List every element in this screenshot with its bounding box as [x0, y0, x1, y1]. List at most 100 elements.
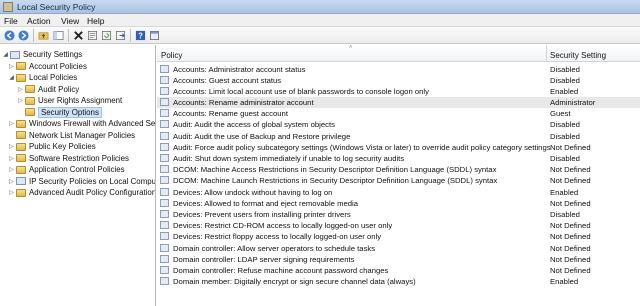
- table-row[interactable]: Domain controller: LDAP server signing r…: [157, 253, 640, 264]
- tree-item-label: IP Security Policies on Local Compute: [29, 176, 156, 186]
- tree-item-label: Network List Manager Policies: [29, 130, 136, 140]
- table-row[interactable]: DCOM: Machine Access Restrictions in Sec…: [157, 164, 640, 175]
- policy-icon: [160, 64, 169, 73]
- policy-name: Devices: Allow undock without having to …: [173, 187, 333, 197]
- column-header-policy[interactable]: Policy: [161, 45, 547, 62]
- export-list-icon[interactable]: [114, 29, 127, 42]
- folder-icon: [16, 73, 26, 82]
- tree-item-public-key-policies[interactable]: ▷ Public Key Policies: [8, 141, 95, 152]
- policy-icon: [160, 109, 169, 118]
- policy-name: Audit: Shut down system immediately if u…: [173, 154, 405, 163]
- policy-name: Audit: Audit the use of Backup and Resto…: [173, 131, 351, 141]
- security-setting: Not Defined: [550, 142, 591, 152]
- tree-item-network-list-manager[interactable]: Network List Manager Policies: [8, 130, 135, 141]
- toolbar-separator: [33, 29, 34, 42]
- expand-toggle[interactable]: ▷: [8, 120, 15, 127]
- forward-icon[interactable]: [17, 29, 30, 42]
- tree-item-security-settings[interactable]: ◢ Security Settings: [2, 49, 82, 60]
- table-row[interactable]: Devices: Allowed to format and eject rem…: [157, 197, 640, 208]
- policy-icon: [160, 75, 169, 84]
- expand-toggle[interactable]: ▷: [17, 86, 24, 93]
- list-header: ˄ Policy Security Setting: [157, 45, 640, 62]
- table-row[interactable]: Audit: Shut down system immediately if u…: [157, 153, 640, 164]
- policy-rows: Accounts: Administrator account status Di…: [157, 63, 640, 287]
- expand-toggle[interactable]: ◢: [2, 51, 9, 58]
- policy-list: ˄ Policy Security Setting Accounts: Admi…: [157, 45, 640, 306]
- tree-item-security-options[interactable]: Security Options: [17, 106, 102, 118]
- expand-toggle[interactable]: ▷: [8, 189, 15, 196]
- properties-icon[interactable]: [86, 29, 99, 42]
- policy-name: Domain controller: Allow server operator…: [173, 243, 376, 253]
- table-row[interactable]: Accounts: Guest account status Disabled: [157, 74, 640, 85]
- policy-name: DCOM: Machine Launch Restrictions in Sec…: [173, 176, 498, 186]
- tree-item-ip-security[interactable]: ▷ IP Security Policies on Local Compute: [8, 176, 156, 187]
- table-row[interactable]: Devices: Restrict floppy access to local…: [157, 231, 640, 242]
- table-row[interactable]: Devices: Allow undock without having to …: [157, 186, 640, 197]
- security-settings-icon: [10, 50, 20, 59]
- tree-item-label: Security Settings: [23, 50, 83, 59]
- svg-text:?: ?: [138, 32, 143, 41]
- table-row[interactable]: Domain controller: Refuse machine accoun…: [157, 264, 640, 275]
- policy-name: Accounts: Limit local account use of bla…: [173, 86, 429, 96]
- up-folder-icon[interactable]: [37, 29, 50, 42]
- app-icon: [3, 2, 13, 12]
- expand-toggle[interactable]: ◢: [8, 74, 15, 81]
- table-row[interactable]: Audit: Force audit policy subcategory se…: [157, 141, 640, 152]
- refresh-icon[interactable]: [100, 29, 113, 42]
- table-row[interactable]: Audit: Audit the use of Backup and Resto…: [157, 130, 640, 141]
- table-row[interactable]: Devices: Prevent users from installing p…: [157, 208, 640, 219]
- security-setting: Disabled: [550, 209, 580, 219]
- table-row[interactable]: Audit: Audit the access of global system…: [157, 119, 640, 130]
- policy-icon: [160, 120, 169, 129]
- security-setting: Not Defined: [550, 265, 591, 275]
- table-row[interactable]: DCOM: Machine Launch Restrictions in Sec…: [157, 175, 640, 186]
- menu-file[interactable]: File: [4, 16, 18, 26]
- expand-toggle[interactable]: ▷: [8, 155, 15, 162]
- tree-item-label: Local Policies: [29, 73, 78, 82]
- table-row[interactable]: Domain member: Digitally encrypt or sign…: [157, 276, 640, 287]
- expand-toggle[interactable]: ▷: [8, 178, 15, 185]
- table-row[interactable]: Domain controller: Allow server operator…: [157, 242, 640, 253]
- policy-name: Devices: Allowed to format and eject rem…: [173, 198, 359, 208]
- policy-icon: [160, 154, 169, 162]
- menu-help[interactable]: Help: [87, 16, 104, 26]
- expand-toggle[interactable]: ▷: [8, 143, 15, 150]
- table-row[interactable]: Accounts: Rename guest account Guest: [157, 108, 640, 119]
- column-header-security-setting[interactable]: Security Setting: [550, 45, 640, 62]
- tree-item-windows-firewall[interactable]: ▷ Windows Firewall with Advanced Secu: [8, 118, 155, 129]
- window-title: Local Security Policy: [17, 2, 96, 12]
- table-row[interactable]: Accounts: Administrator account status Di…: [157, 63, 640, 74]
- tree-item-advanced-audit[interactable]: ▷ Advanced Audit Policy Configuration: [8, 187, 156, 198]
- help-icon[interactable]: ?: [134, 29, 147, 42]
- tree-item-label: Application Control Policies: [29, 165, 125, 174]
- title-bar: Local Security Policy: [0, 0, 640, 14]
- security-setting: Enabled: [550, 187, 579, 197]
- policy-icon: [160, 209, 169, 218]
- tree-item-software-restriction[interactable]: ▷ Software Restriction Policies: [8, 153, 129, 164]
- tree-item-account-policies[interactable]: ▷ Account Policies: [8, 61, 87, 72]
- folder-icon: [25, 85, 35, 93]
- back-icon[interactable]: [3, 29, 16, 42]
- policy-name: Domain member: Digitally encrypt or sign…: [173, 277, 416, 287]
- policy-name: Devices: Prevent users from installing p…: [173, 209, 351, 219]
- menu-bar: File Action View Help: [0, 14, 640, 27]
- show-hide-tree-icon[interactable]: [52, 29, 65, 42]
- expand-toggle[interactable]: ▷: [17, 97, 24, 104]
- ip-security-icon: [16, 177, 26, 185]
- expand-toggle[interactable]: ▷: [8, 166, 15, 173]
- menu-view[interactable]: View: [61, 16, 79, 26]
- tree-item-local-policies[interactable]: ◢ Local Policies: [8, 72, 77, 83]
- policy-name: Accounts: Administrator account status: [173, 64, 306, 74]
- console-icon[interactable]: [148, 29, 161, 42]
- delete-icon[interactable]: [72, 29, 85, 42]
- tree-item-user-rights-assignment[interactable]: ▷ User Rights Assignment: [17, 95, 122, 106]
- table-row[interactable]: Devices: Restrict CD-ROM access to local…: [157, 220, 640, 231]
- menu-action[interactable]: Action: [27, 16, 51, 26]
- tree-item-label: Advanced Audit Policy Configuration: [29, 188, 156, 197]
- tree-item-audit-policy[interactable]: ▷ Audit Policy: [17, 84, 79, 95]
- security-setting: Enabled: [550, 86, 579, 96]
- tree-item-application-control[interactable]: ▷ Application Control Policies: [8, 164, 125, 175]
- table-row[interactable]: Accounts: Limit local account use of bla…: [157, 85, 640, 96]
- expand-toggle[interactable]: ▷: [8, 63, 15, 70]
- table-row[interactable]: Accounts: Rename administrator account Ad…: [157, 96, 640, 108]
